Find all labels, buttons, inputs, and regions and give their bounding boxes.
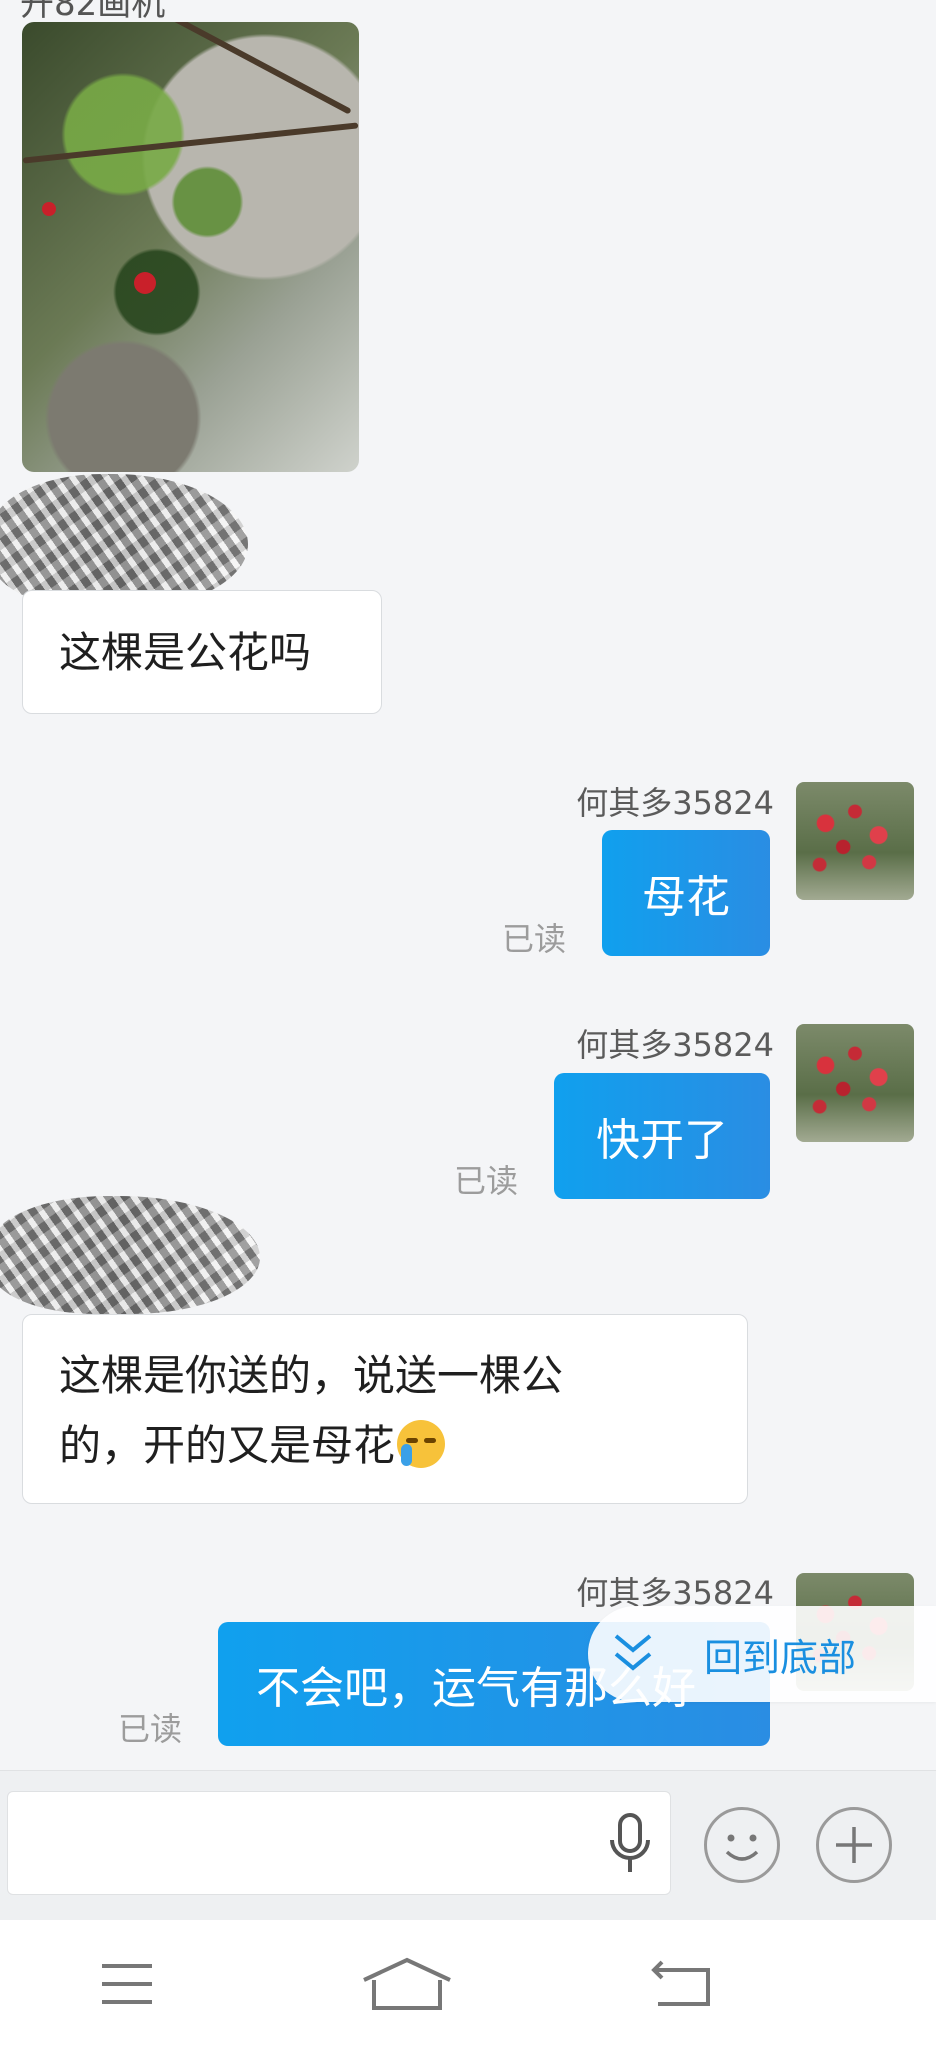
- microphone-icon[interactable]: [606, 1812, 654, 1880]
- message-image[interactable]: [22, 22, 359, 472]
- menu-icon: [102, 1964, 152, 2004]
- redacted-avatar: [0, 1196, 260, 1314]
- incoming-message-bubble[interactable]: 这棵是你送的，说送一棵公 的，开的又是母花: [22, 1314, 748, 1504]
- read-status: 已读: [502, 920, 567, 958]
- back-icon: [651, 1960, 710, 2006]
- message-text: 这棵是公花吗: [59, 628, 312, 677]
- emoji-button[interactable]: [704, 1807, 780, 1883]
- redacted-avatar: [0, 474, 248, 609]
- outgoing-message-bubble[interactable]: 快开了: [554, 1073, 770, 1199]
- avatar[interactable]: [796, 782, 914, 900]
- back-to-bottom-label: 回到底部: [704, 1635, 857, 1680]
- outgoing-message-bubble[interactable]: 母花: [602, 830, 770, 956]
- back-to-bottom-button[interactable]: 回到底部: [588, 1606, 936, 1702]
- home-icon: [363, 1957, 451, 2010]
- sender-name: 何其多35824: [576, 1026, 774, 1064]
- read-status: 已读: [118, 1710, 183, 1748]
- input-bar: [0, 1770, 936, 1921]
- message-text-line: 的，开的又是母花: [59, 1421, 396, 1470]
- emoji-icon: [725, 1834, 759, 1861]
- plus-icon: [836, 1827, 872, 1863]
- avatar[interactable]: [796, 1024, 914, 1142]
- message-text-line: 这棵是你送的，说送一棵公: [59, 1351, 564, 1400]
- double-chevron-down-icon: [588, 1606, 678, 1702]
- system-navigation-bar: [0, 1920, 936, 2048]
- menu-button[interactable]: [82, 1952, 172, 2016]
- chat-area[interactable]: 开82画机 这棵是公花吗 何其多35824 母花 已读 何其多35824 快开了…: [0, 0, 936, 1770]
- message-text: 母花: [642, 872, 730, 923]
- plus-button[interactable]: [816, 1807, 892, 1883]
- message-input[interactable]: [7, 1791, 671, 1895]
- incoming-message-bubble[interactable]: 这棵是公花吗: [22, 590, 382, 714]
- message-text: 快开了: [596, 1115, 728, 1166]
- sender-name: 何其多35824: [576, 784, 774, 822]
- read-status: 已读: [454, 1162, 519, 1200]
- crying-emoji-icon: [397, 1420, 446, 1468]
- home-button[interactable]: [352, 1952, 451, 2016]
- back-button[interactable]: [640, 1952, 730, 2016]
